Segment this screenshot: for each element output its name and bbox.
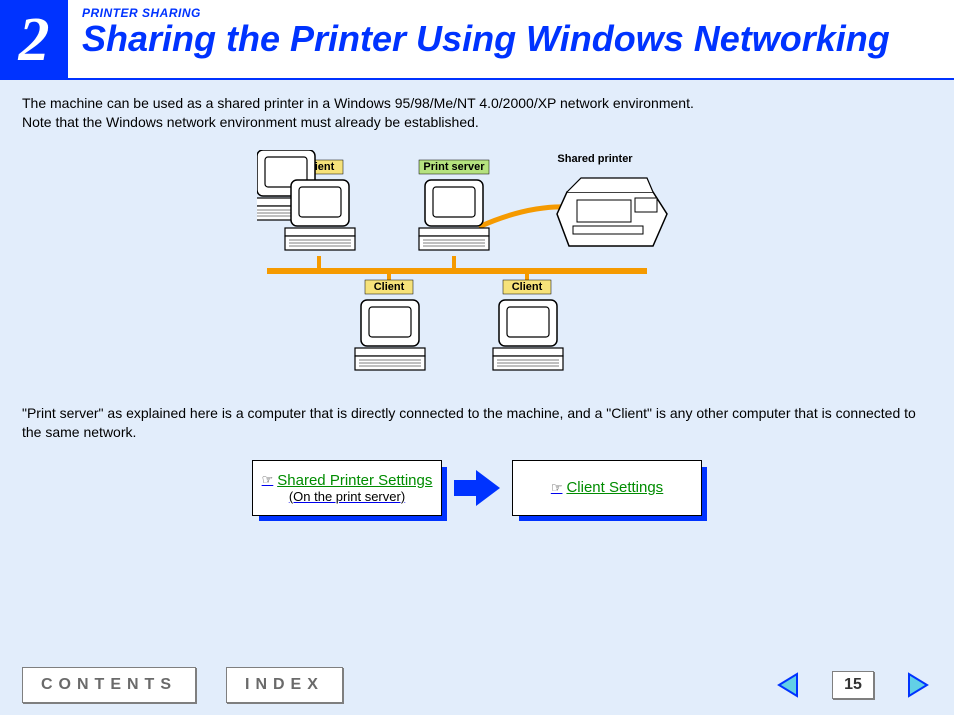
shared-printer-settings-link[interactable]: ☞ Shared Printer Settings (On the print …: [252, 460, 442, 516]
contents-button[interactable]: CONTENTS: [22, 667, 196, 703]
pointer-icon: ☞: [262, 472, 274, 488]
computer-icon: [419, 180, 489, 250]
link-sub: (On the print server): [289, 489, 405, 504]
diagram-label-print-server: Print server: [423, 161, 485, 173]
computer-icon: [493, 300, 563, 370]
prev-page-button[interactable]: [774, 671, 802, 699]
page-header: 2 PRINTER SHARING Sharing the Printer Us…: [0, 0, 954, 80]
diagram-label-shared-printer: Shared printer: [557, 153, 633, 165]
client-settings-link[interactable]: ☞ Client Settings: [512, 460, 702, 516]
diagram-label-client-br: Client: [512, 281, 543, 293]
network-diagram: Client Print server Shared printer Clien…: [22, 150, 932, 390]
index-button[interactable]: INDEX: [226, 667, 343, 703]
chapter-number: 2: [0, 0, 68, 80]
link-label: Shared Printer Settings: [277, 472, 432, 489]
page-title: Sharing the Printer Using Windows Networ…: [82, 20, 954, 58]
arrow-right-icon: [454, 468, 500, 508]
next-page-button[interactable]: [904, 671, 932, 699]
link-label: Client Settings: [566, 479, 663, 496]
page-number: 15: [832, 671, 874, 699]
computer-icon: [285, 180, 355, 250]
explain-paragraph: "Print server" as explained here is a co…: [22, 404, 932, 442]
printer-icon: [557, 178, 667, 246]
computer-icon: [355, 300, 425, 370]
intro-paragraph: The machine can be used as a shared prin…: [22, 94, 932, 132]
diagram-label-client-bl: Client: [374, 281, 405, 293]
pointer-icon: ☞: [551, 480, 563, 496]
